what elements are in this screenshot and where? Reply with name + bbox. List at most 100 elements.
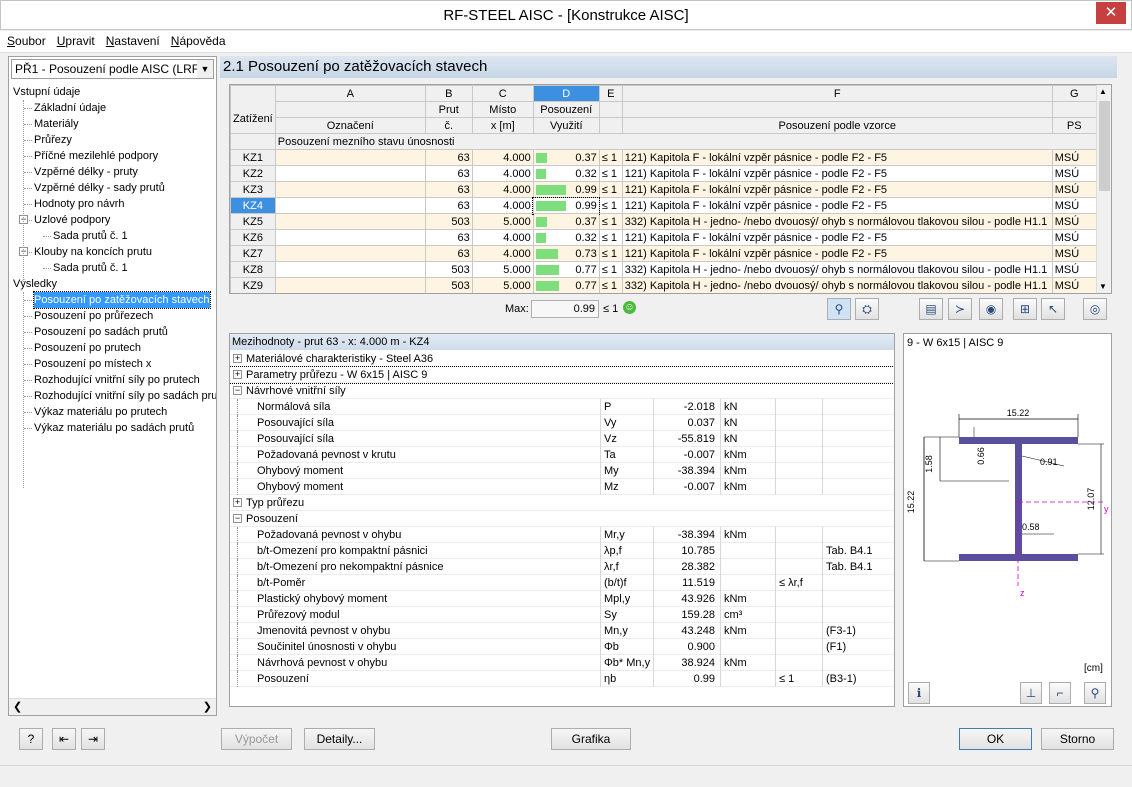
load-combination-id[interactable]: KZ1: [230, 149, 276, 166]
tree-item[interactable]: Příčné mezilehlé podpory: [34, 148, 158, 164]
relation-icon[interactable]: ⛭: [855, 298, 879, 320]
column-letter-b[interactable]: B: [424, 85, 473, 102]
select-member-icon[interactable]: ↖: [1041, 298, 1065, 320]
tree-item[interactable]: Uzlové podpory: [34, 212, 110, 228]
table-row[interactable]: KZ2 63 4.000 0.32 ≤ 1 121) Kapitola F - lokál…: [230, 165, 1097, 182]
scroll-thumb[interactable]: [1099, 101, 1110, 191]
tree-item[interactable]: Sada prutů č. 1: [53, 228, 128, 244]
value-row[interactable]: Plastický ohybový moment Mpl,y 43.926 kNm: [230, 591, 894, 607]
column-letter-e[interactable]: E: [598, 85, 623, 102]
design-case-select[interactable]: PŘ1 - Posouzení podle AISC (LRFD ne ▼: [11, 59, 214, 79]
value-row[interactable]: Ohybový moment My -38.394 kNm: [230, 463, 894, 479]
help-icon[interactable]: ?: [19, 728, 43, 750]
info-icon[interactable]: ℹ: [908, 682, 930, 704]
value-row[interactable]: Posouvající síla Vz -55.819 kN: [230, 431, 894, 447]
excel-export-icon[interactable]: ⊞: [1013, 298, 1037, 320]
load-combination-id[interactable]: KZ9: [230, 277, 276, 293]
horizontal-scrollbar[interactable]: ❮ ❯: [9, 698, 216, 715]
menu-item[interactable]: Soubor: [0, 31, 50, 48]
load-combination-id[interactable]: KZ3: [230, 181, 276, 198]
tree-item[interactable]: Rozhodující vnitřní síly po sadách pru: [34, 388, 216, 404]
group-row[interactable]: − Posouzení: [230, 511, 894, 527]
menu-item[interactable]: Upravit: [50, 31, 99, 48]
value-row[interactable]: Průřezový modul Sy 159.28 cm³: [230, 607, 894, 623]
collapse-icon[interactable]: −: [233, 386, 242, 395]
tree-item[interactable]: Výkaz materiálu po prutech: [34, 404, 167, 420]
load-combination-id[interactable]: KZ6: [230, 229, 276, 246]
tree-item[interactable]: Hodnoty pro návrh: [34, 196, 125, 212]
table-row[interactable]: KZ4 63 4.000 0.99 ≤ 1 121) Kapitola F - lokál…: [230, 196, 1097, 215]
column-letter-g[interactable]: G: [1051, 85, 1097, 102]
table-row[interactable]: KZ3 63 4.000 0.99 ≤ 1 121) Kapitola F - lokál…: [230, 181, 1097, 198]
tree-item[interactable]: Sada prutů č. 1: [53, 260, 128, 276]
value-row[interactable]: Posouzení ηb 0.99 ≤ 1 (B3-1): [230, 671, 894, 687]
view-eye-icon[interactable]: ◎: [1083, 298, 1107, 320]
tree-item[interactable]: Vzpěrné délky - sady prutů: [34, 180, 165, 196]
table-row[interactable]: KZ8 503 5.000 0.77 ≤ 1 332) Kapitola H - jedn…: [230, 261, 1097, 278]
table-row[interactable]: KZ6 63 4.000 0.32 ≤ 1 121) Kapitola F - lokál…: [230, 229, 1097, 246]
tree-item[interactable]: Vzpěrné délky - pruty: [34, 164, 138, 180]
column-letter-f[interactable]: F: [621, 85, 1053, 102]
tree-item[interactable]: Posouzení po zatěžovacích stavech: [33, 291, 211, 309]
value-row[interactable]: Součinitel únosnosti v ohybu Φb 0.900 (F1): [230, 639, 894, 655]
group-row[interactable]: + Typ průřezu: [230, 495, 894, 511]
value-row[interactable]: b/t-Omezení pro kompaktní pásnici λp,f 10.…: [230, 543, 894, 559]
column-letter-c[interactable]: C: [471, 85, 534, 102]
storno-button[interactable]: Storno: [1041, 728, 1114, 750]
group-row[interactable]: + Parametry průřezu - W 6x15 | AISC 9: [230, 366, 894, 384]
column-letter-d[interactable]: D: [532, 85, 600, 102]
load-combination-id[interactable]: KZ5: [230, 213, 276, 230]
value-row[interactable]: Ohybový moment Mz -0.007 kNm: [230, 479, 894, 495]
tree-item[interactable]: Posouzení po místech x: [34, 356, 151, 372]
vypocet-button[interactable]: Výpočet: [221, 728, 292, 750]
table-row[interactable]: KZ9 503 5.000 0.77 ≤ 1 332) Kapitola H - jedn…: [230, 277, 1097, 293]
group-row[interactable]: − Návrhové vnitřní síly: [230, 383, 894, 399]
load-combination-id[interactable]: KZ7: [230, 245, 276, 262]
tree-item[interactable]: Výsledky: [13, 276, 57, 292]
detaily-button[interactable]: Detaily...: [304, 728, 375, 750]
column-letter-a[interactable]: A: [274, 85, 426, 102]
dimension-icon[interactable]: ⊥: [1020, 682, 1042, 704]
tree-item[interactable]: Posouzení po prutech: [34, 340, 141, 356]
collapse-icon[interactable]: −: [233, 514, 242, 523]
scroll-up-icon[interactable]: ▲: [1099, 87, 1107, 96]
grafika-button[interactable]: Grafika: [551, 728, 631, 750]
value-row[interactable]: b/t-Poměr (b/t)f 11.519 ≤ λr,f: [230, 575, 894, 591]
tree-item[interactable]: Průřezy: [34, 132, 72, 148]
value-row[interactable]: Požadovaná pevnost v krutu Ta -0.007 kNm: [230, 447, 894, 463]
filter-icon[interactable]: ⚲: [827, 298, 851, 320]
tree-item[interactable]: Rozhodující vnitřní síly po prutech: [34, 372, 200, 388]
axis-icon[interactable]: ⌐: [1049, 682, 1071, 704]
ok-button[interactable]: OK: [959, 728, 1032, 750]
expand-icon[interactable]: +: [233, 354, 242, 363]
chevron-down-icon[interactable]: ▼: [197, 60, 213, 78]
back-icon[interactable]: ⇤: [52, 728, 76, 750]
zoom-icon[interactable]: ⚲: [1084, 682, 1106, 704]
value-row[interactable]: Jmenovitá pevnost v ohybu Mn,y 43.248 kNm (F…: [230, 623, 894, 639]
value-row[interactable]: Posouvající síla Vy 0.037 kN: [230, 415, 894, 431]
load-combination-id[interactable]: KZ4: [230, 197, 276, 214]
scroll-down-icon[interactable]: ▼: [1099, 282, 1107, 291]
table-vertical-scrollbar[interactable]: ▲ ▼: [1096, 85, 1111, 293]
menu-item[interactable]: Nastavení: [99, 31, 164, 48]
scroll-right-icon[interactable]: ❯: [203, 700, 212, 713]
bar-chart-icon[interactable]: ▤: [919, 298, 943, 320]
value-row[interactable]: b/t-Omezení pro nekompaktní pásnice λr,f 2…: [230, 559, 894, 575]
tree-item[interactable]: Posouzení po průřezech: [34, 308, 153, 324]
filter-greater-icon[interactable]: ≻: [948, 298, 972, 320]
tree-item[interactable]: Klouby na koncích prutu: [34, 244, 152, 260]
forward-icon[interactable]: ⇥: [81, 728, 105, 750]
expand-icon[interactable]: +: [233, 498, 242, 507]
expand-icon[interactable]: +: [233, 370, 242, 379]
load-combination-id[interactable]: KZ8: [230, 261, 276, 278]
table-row[interactable]: KZ7 63 4.000 0.73 ≤ 1 121) Kapitola F - lokál…: [230, 245, 1097, 262]
close-button[interactable]: ✕: [1096, 2, 1126, 24]
tree-item[interactable]: Posouzení po sadách prutů: [34, 324, 168, 340]
load-combination-id[interactable]: KZ2: [230, 165, 276, 182]
group-row[interactable]: + Materiálové charakteristiky - Steel A36: [230, 351, 894, 367]
value-row[interactable]: Požadovaná pevnost v ohybu Mr,y -38.394 kNm: [230, 527, 894, 543]
tree-item[interactable]: Materiály: [34, 116, 79, 132]
menu-item[interactable]: Nápověda: [164, 31, 230, 48]
tree-item[interactable]: Výkaz materiálu po sadách prutů: [34, 420, 194, 436]
color-scale-icon[interactable]: ◉: [979, 298, 1003, 320]
